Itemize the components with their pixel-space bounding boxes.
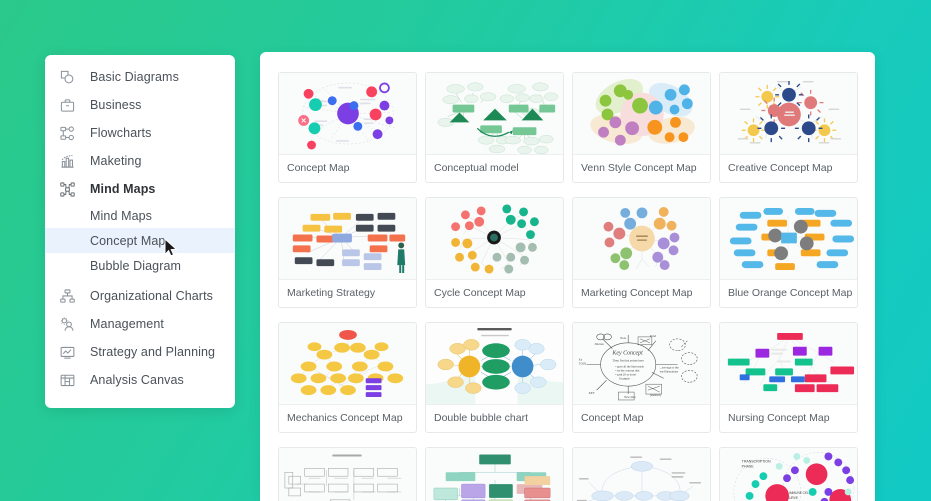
template-card[interactable]: Key Concept Then I'm that points here • … (572, 322, 711, 433)
template-thumbnail (720, 73, 857, 155)
template-card[interactable]: Nursing Concept Map (719, 322, 858, 433)
template-card[interactable]: Venn Style Concept Map (572, 72, 711, 183)
template-label: Blue Orange Concept Map (728, 287, 853, 299)
svg-text:Note: Note (620, 336, 626, 340)
basic-diagrams-icon (56, 67, 78, 87)
sidebar-item-flowcharts[interactable]: Flowcharts (45, 119, 235, 147)
template-card[interactable]: Double bubble chart (425, 322, 564, 433)
template-label: Creative Concept Map (728, 162, 833, 174)
sidebar-item-label: Mind Maps (90, 182, 156, 196)
template-thumbnail: Key Concept Then I'm that points here • … (573, 323, 710, 405)
template-thumbnail (279, 73, 416, 155)
sidebar-subitem-bubble-diagram[interactable]: Bubble Diagram (45, 253, 235, 278)
sidebar-item-management[interactable]: Management (45, 310, 235, 338)
sidebar-item-label: Strategy and Planning (90, 345, 216, 359)
template-thumbnail (426, 73, 563, 155)
briefcase-icon (56, 95, 78, 115)
svg-text:TRANSCRIPTION: TRANSCRIPTION (742, 459, 771, 463)
template-card[interactable]: Creative Concept Map (719, 72, 858, 183)
sidebar-subitem-mind-maps[interactable]: Mind Maps (45, 203, 235, 228)
template-label: Marketing Concept Map (581, 287, 693, 299)
template-card[interactable]: Cycle Concept Map (425, 197, 564, 308)
template-label: Venn Style Concept Map (581, 162, 697, 174)
sidebar-subitem-concept-map[interactable]: Concept Map (45, 228, 235, 253)
canvas-icon (56, 370, 78, 390)
sidebar-item-label: Organizational Charts (90, 289, 213, 303)
template-thumbnail (720, 323, 857, 405)
sidebar-item-mind-maps-group[interactable]: Mind Maps (45, 175, 235, 203)
template-gallery-panel: Concept Map Conceptual model Venn Style … (260, 52, 875, 501)
template-label: Conceptual model (434, 162, 519, 174)
template-card[interactable] (572, 447, 711, 501)
template-thumbnail (720, 198, 857, 280)
template-label: Concept Map (287, 162, 350, 174)
template-thumbnail (426, 323, 563, 405)
template-card[interactable]: Conceptual model (425, 72, 564, 183)
sidebar-panel: Basic Diagrams Business Flowcharts Maket… (45, 55, 235, 408)
template-card[interactable]: Mechanics Concept Map (278, 322, 417, 433)
sidebar-item-label: Bubble Diagram (90, 258, 182, 273)
sidebar-item-label: Management (90, 317, 164, 331)
template-grid: Concept Map Conceptual model Venn Style … (278, 72, 858, 501)
sidebar-item-label: Mind Maps (90, 208, 153, 223)
svg-text:(Related): (Related) (650, 393, 661, 397)
strategy-icon (56, 342, 78, 362)
template-card[interactable]: Marketing Concept Map (572, 197, 711, 308)
template-card[interactable] (278, 447, 417, 501)
sidebar-item-label: Maketing (90, 154, 142, 168)
sidebar-item-label: Analysis Canvas (90, 373, 184, 387)
org-chart-icon (56, 286, 78, 306)
sidebar-item-label: Business (90, 98, 142, 112)
sidebar-item-label: Concept Map (90, 233, 166, 248)
svg-text:PHASE: PHASE (742, 464, 755, 468)
template-label: Mechanics Concept Map (287, 412, 403, 424)
template-thumbnail (573, 73, 710, 155)
bar-chart-icon (56, 151, 78, 171)
template-card[interactable] (425, 447, 564, 501)
template-label: Nursing Concept Map (728, 412, 830, 424)
template-thumbnail (573, 198, 710, 280)
template-label: Cycle Concept Map (434, 287, 526, 299)
template-card[interactable]: Marketing Strategy (278, 197, 417, 308)
svg-text:ver/illustrations: ver/illustrations (660, 369, 679, 373)
template-card[interactable]: Blue Orange Concept Map (719, 197, 858, 308)
sidebar-item-analysis-canvas[interactable]: Analysis Canvas (45, 366, 235, 394)
template-thumbnail (279, 323, 416, 405)
svg-text:Then I'm that points here: Then I'm that points here (612, 359, 644, 363)
template-thumbnail (426, 198, 563, 280)
svg-text:Key Concept: Key Concept (611, 351, 643, 357)
svg-text:TOOL: TOOL (579, 361, 587, 365)
management-icon (56, 314, 78, 334)
svg-text:Discuss: Discuss (595, 342, 605, 346)
template-thumbnail (279, 198, 416, 280)
template-card[interactable]: Concept Map (278, 72, 417, 183)
template-label: Double bubble chart (434, 412, 528, 424)
template-thumbnail: TRANSCRIPTION PHASE NEON IMMUNE CELL CUR… (720, 448, 857, 501)
sidebar-item-organizational-charts[interactable]: Organizational Charts (45, 282, 235, 310)
template-thumbnail (279, 448, 416, 501)
svg-text:Example: Example (619, 376, 630, 380)
mind-map-icon (56, 179, 78, 199)
flowchart-icon (56, 123, 78, 143)
sidebar-item-label: Flowcharts (90, 126, 152, 140)
template-label: Marketing Strategy (287, 287, 376, 299)
sidebar-item-strategy-and-planning[interactable]: Strategy and Planning (45, 338, 235, 366)
sidebar-item-basic-diagrams[interactable]: Basic Diagrams (45, 63, 235, 91)
template-thumbnail (573, 448, 710, 501)
svg-text:New Idea: New Idea (624, 395, 636, 399)
sidebar-item-maketing[interactable]: Maketing (45, 147, 235, 175)
template-label: Concept Map (581, 412, 644, 424)
svg-text:KEY: KEY (589, 391, 596, 395)
sidebar-item-business[interactable]: Business (45, 91, 235, 119)
template-card[interactable]: TRANSCRIPTION PHASE NEON IMMUNE CELL CUR… (719, 447, 858, 501)
sidebar-item-label: Basic Diagrams (90, 70, 179, 84)
svg-text:Pond: Pond (650, 334, 657, 338)
template-thumbnail (426, 448, 563, 501)
